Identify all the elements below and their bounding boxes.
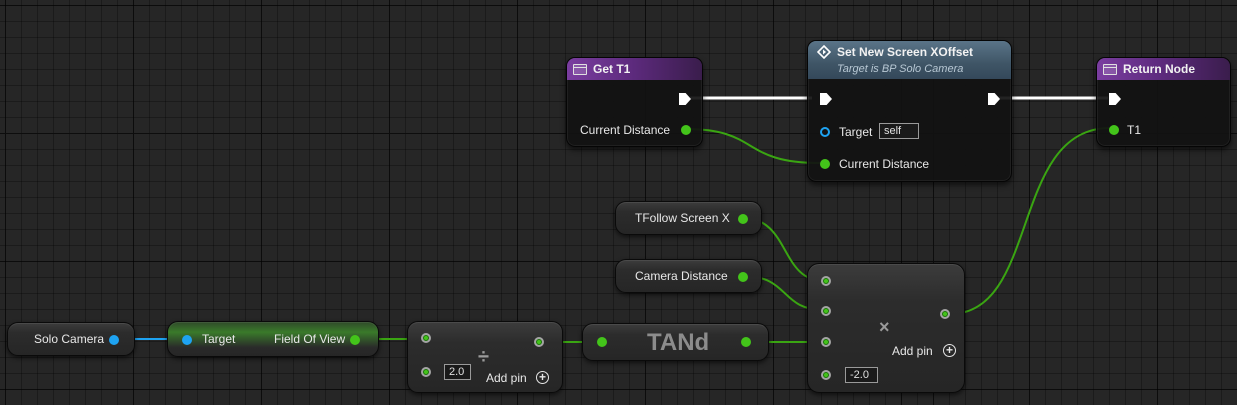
- divide-node[interactable]: ÷ 2.0 Add pin +: [407, 321, 563, 393]
- node-title: Return Node: [1123, 62, 1195, 76]
- add-pin-label[interactable]: Add pin: [892, 344, 933, 358]
- float-input-pin[interactable]: [820, 159, 830, 169]
- float-input-pin[interactable]: [421, 333, 431, 343]
- target-input-pin[interactable]: [182, 335, 192, 345]
- node-title: TANd: [647, 329, 710, 356]
- exec-input-pin[interactable]: [1109, 93, 1121, 105]
- node-title: Set New Screen XOffset: [837, 45, 974, 59]
- divide-symbol: ÷: [478, 346, 489, 368]
- float-input-pin[interactable]: [421, 367, 431, 377]
- float-input-pin[interactable]: [821, 306, 831, 316]
- float-input-pin[interactable]: [1109, 125, 1119, 135]
- camera-distance-variable-node[interactable]: Camera Distance: [615, 259, 762, 293]
- default-value-field[interactable]: 2.0: [444, 364, 471, 380]
- target-label: Target: [839, 125, 873, 139]
- input-label: Current Distance: [839, 157, 930, 171]
- float-input-pin[interactable]: [821, 337, 831, 347]
- float-input-pin[interactable]: [597, 337, 607, 347]
- float-output-pin[interactable]: [350, 335, 360, 345]
- function-icon: [1103, 63, 1117, 75]
- variable-label: TFollow Screen X: [635, 211, 730, 225]
- solo-camera-variable-node[interactable]: Solo Camera: [7, 322, 135, 356]
- multiply-symbol: ×: [879, 317, 890, 337]
- target-value-field[interactable]: self: [879, 123, 919, 139]
- variable-label: Solo Camera: [34, 332, 105, 346]
- tand-node[interactable]: TANd: [582, 323, 769, 361]
- event-diamond-icon: [817, 45, 831, 59]
- float-output-pin[interactable]: [534, 337, 544, 347]
- float-output-pin[interactable]: [741, 337, 751, 347]
- exec-output-pin[interactable]: [679, 93, 691, 105]
- output-label: Current Distance: [580, 123, 671, 137]
- float-output-pin[interactable]: [738, 214, 748, 224]
- add-pin-icon[interactable]: +: [943, 344, 956, 357]
- input-label: T1: [1127, 123, 1142, 137]
- add-pin-icon[interactable]: +: [536, 371, 549, 384]
- float-output-pin[interactable]: [738, 272, 748, 282]
- node-title: Get T1: [593, 62, 631, 76]
- field-of-view-getter-node[interactable]: Target Field Of View: [167, 321, 379, 357]
- node-header: Get T1: [567, 58, 702, 80]
- get-t1-node[interactable]: Get T1 Current Distance: [566, 57, 703, 147]
- float-output-pin[interactable]: [940, 309, 950, 319]
- exec-output-pin[interactable]: [988, 93, 1000, 105]
- float-input-pin[interactable]: [821, 276, 831, 286]
- float-output-pin[interactable]: [681, 125, 691, 135]
- return-node[interactable]: Return Node T1: [1096, 57, 1231, 147]
- function-icon: [573, 63, 587, 75]
- set-screen-xoffset-node[interactable]: Set New Screen XOffset Target is BP Solo…: [807, 40, 1012, 182]
- add-pin-label[interactable]: Add pin: [486, 371, 527, 385]
- object-output-pin[interactable]: [109, 335, 119, 345]
- exec-input-pin[interactable]: [820, 93, 832, 105]
- float-input-pin[interactable]: [821, 370, 831, 380]
- float-wire[interactable]: [685, 128, 821, 164]
- target-label: Target: [202, 332, 236, 346]
- node-subtitle: Target is BP Solo Camera: [837, 63, 964, 75]
- default-value-field[interactable]: -2.0: [845, 367, 878, 383]
- node-header: Set New Screen XOffset Target is BP Solo…: [808, 41, 1011, 79]
- multiply-node[interactable]: -2.0 × Add pin +: [807, 263, 965, 393]
- target-input-pin[interactable]: [820, 127, 830, 137]
- output-label: Field Of View: [274, 332, 346, 346]
- variable-label: Camera Distance: [635, 269, 728, 283]
- node-header: Return Node: [1097, 58, 1230, 80]
- tfollow-screen-x-variable-node[interactable]: TFollow Screen X: [615, 201, 762, 235]
